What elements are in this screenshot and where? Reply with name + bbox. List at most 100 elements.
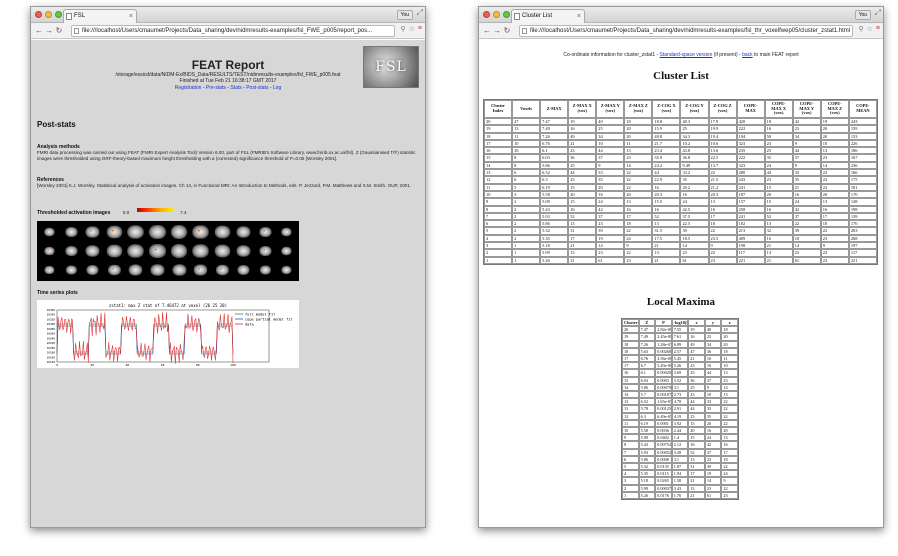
table-cell: 10: [484, 190, 513, 199]
local-maxima-header: Cluster IndexZP-log10(P)xyz: [622, 319, 738, 327]
table-cell: 23.4: [652, 147, 681, 155]
table-cell: 22: [820, 169, 849, 177]
table-cell: 117: [736, 249, 765, 257]
forward-icon[interactable]: →: [44, 26, 54, 35]
table-cell: 32: [764, 227, 793, 235]
nav-link-pre-stats[interactable]: Pre-stats: [206, 85, 226, 91]
back-link[interactable]: back: [742, 52, 753, 58]
close-window-button[interactable]: [483, 11, 490, 18]
table-cell: 20: [624, 132, 653, 140]
data-line: [56, 312, 234, 364]
nav-link-post-stats[interactable]: Post-stats: [246, 85, 268, 91]
bookmark-star-icon[interactable]: ☆: [409, 25, 415, 33]
address-bar[interactable]: file:///localhost/Users/cmaumet/Projects…: [71, 25, 395, 37]
table-cell: 33: [792, 169, 821, 177]
fullscreen-icon[interactable]: ⤢: [875, 8, 881, 18]
table-cell: 36: [704, 347, 722, 356]
table-row: 19 7.49 2.45e-08 7.61 16 25 20: [622, 333, 738, 341]
table-cell: 42: [792, 118, 821, 126]
table-cell: 34.3: [680, 132, 709, 140]
reload-icon[interactable]: ↻: [502, 26, 512, 35]
browser-tab[interactable]: FSL ×: [63, 9, 137, 23]
brain-slice: [281, 246, 292, 256]
table-cell: 2.45e-08: [655, 333, 672, 341]
menu-icon[interactable]: ≡: [418, 25, 422, 33]
table-cell: 2: [622, 484, 639, 492]
minimize-window-button[interactable]: [493, 11, 500, 18]
activation-slices-image[interactable]: [37, 221, 299, 281]
table-cell: 16: [792, 190, 821, 199]
plot-title: zstat1: max Z stat of 7.46472 at voxel (…: [109, 303, 227, 308]
table-cell: 1: [512, 256, 541, 264]
table-cell: 49: [688, 340, 705, 348]
time-series-plot[interactable]: zstat1: max Z stat of 7.46472 at voxel (…: [37, 300, 299, 368]
table-cell: 3: [512, 190, 541, 199]
table-row: 14 5.86 0.000795 3.1 25 9 14: [622, 383, 738, 392]
table-cell: 10: [704, 362, 722, 370]
table-cell: 22: [624, 176, 653, 184]
table-cell: 22: [820, 176, 849, 184]
menu-icon[interactable]: ≡: [876, 25, 880, 33]
close-window-button[interactable]: [35, 11, 42, 18]
table-cell: 20.2: [680, 183, 709, 191]
table-row: 18 11 7.26 49 34 20 48.8 34.3 19.4 194 50 34 20 153: [484, 132, 877, 140]
browser-tab[interactable]: Cluster List ×: [511, 9, 585, 23]
brain-slice: [44, 246, 55, 256]
table-cell: 5.09: [540, 198, 569, 206]
close-tab-icon[interactable]: ×: [577, 10, 581, 23]
bookmark-star-icon[interactable]: ☆: [867, 25, 873, 33]
nav-link-registration[interactable]: Registration: [175, 85, 202, 91]
table-cell: 24: [680, 198, 709, 206]
search-icon[interactable]: ⚲: [400, 25, 405, 33]
column-header: COPE-MAX Z (vox): [820, 100, 849, 118]
nav-link-stats[interactable]: Stats: [230, 85, 241, 91]
table-cell: 170: [848, 220, 877, 228]
table-cell: 243: [848, 118, 877, 126]
table-cell: 37: [704, 376, 722, 384]
table-cell: 23: [568, 147, 597, 155]
table-cell: 23: [568, 176, 597, 184]
table-cell: 5.86: [540, 220, 569, 228]
address-bar[interactable]: file:///localhost/Users/cmaumet/Projects…: [519, 25, 853, 37]
brain-slice: [150, 264, 165, 276]
table-cell: 35: [792, 176, 821, 184]
table-cell: 0.0001: [655, 419, 672, 428]
table-cell: 2: [512, 205, 541, 213]
table-cell: 22: [708, 169, 737, 177]
table-cell: 13: [688, 455, 705, 464]
table-cell: 22.5: [680, 220, 709, 228]
fullscreen-icon[interactable]: ⤢: [417, 8, 423, 18]
zoom-window-button[interactable]: [55, 11, 62, 18]
nav-link-log[interactable]: Log: [273, 85, 281, 91]
back-icon[interactable]: ←: [482, 26, 492, 35]
table-row: 4 5.35 0.0115 1.94 17 19 24: [622, 470, 738, 478]
table-cell: 19.9: [708, 125, 737, 133]
reload-icon[interactable]: ↻: [54, 26, 64, 35]
table-cell: 16: [568, 205, 597, 213]
references-text: [Worsley 2001] K.J. Worsley. Statistical…: [37, 183, 412, 188]
table-cell: 5.43: [540, 205, 569, 213]
table-cell: 0.0135: [655, 463, 672, 471]
search-icon[interactable]: ⚲: [858, 25, 863, 33]
table-cell: 1.94: [671, 470, 689, 478]
close-tab-icon[interactable]: ×: [129, 10, 133, 23]
zoom-window-button[interactable]: [503, 11, 510, 18]
profile-button[interactable]: You: [396, 10, 413, 20]
table-cell: 17: [624, 212, 653, 221]
table-cell: 20: [721, 333, 738, 341]
forward-icon[interactable]: →: [492, 26, 502, 35]
table-cell: 16: [721, 441, 738, 449]
profile-button[interactable]: You: [854, 10, 871, 20]
back-icon[interactable]: ←: [34, 26, 44, 35]
table-cell: 25: [688, 383, 705, 392]
table-cell: 17: [568, 234, 597, 243]
minimize-window-button[interactable]: [45, 11, 52, 18]
table-row: 9 2 5.09 15 24 13 15.5 24 13 157 15 24 13 148: [484, 198, 877, 206]
table-cell: 23: [596, 220, 625, 228]
table-cell: 7.26: [638, 340, 656, 348]
table-cell: 5.86: [638, 455, 656, 464]
standard-space-link[interactable]: Standard-space version: [660, 52, 713, 58]
table-cell: 22.9: [652, 176, 681, 184]
table-cell: 5.18: [638, 477, 656, 485]
table-cell: 17: [820, 212, 849, 221]
